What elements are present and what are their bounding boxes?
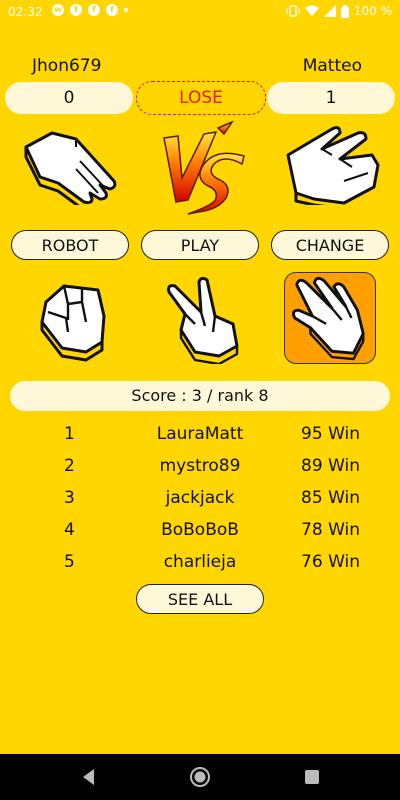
dot-icon bbox=[124, 8, 128, 12]
leaderboard-row: 3 jackjack 85 Win bbox=[0, 488, 400, 520]
leaderboard-wins: 95 Win bbox=[301, 424, 360, 444]
player-left-score: 0 bbox=[5, 82, 133, 114]
score-rank-bar: Score : 3 / rank 8 bbox=[10, 381, 390, 411]
facebook-icon: f bbox=[88, 4, 100, 16]
player-right-score: 1 bbox=[267, 82, 395, 114]
leaderboard-wins: 78 Win bbox=[301, 520, 360, 540]
paper-hand-icon bbox=[292, 276, 365, 361]
wifi-icon bbox=[304, 5, 319, 16]
leaderboard-wins: 85 Win bbox=[301, 488, 360, 508]
leaderboard-wins: 76 Win bbox=[301, 552, 360, 572]
vibrate-icon bbox=[286, 5, 300, 17]
leaderboard-row: 5 charlieja 76 Win bbox=[0, 552, 400, 584]
leaderboard-rank: 2 bbox=[64, 456, 75, 476]
battery-percent: 100 % bbox=[353, 4, 392, 18]
whatsapp-icon: w bbox=[52, 4, 64, 16]
scissors-hand-icon bbox=[167, 276, 239, 366]
paper-choice-button[interactable] bbox=[284, 272, 376, 364]
recents-icon[interactable] bbox=[301, 766, 323, 788]
status-time: 02:32 bbox=[8, 5, 43, 19]
leaderboard-rank: 1 bbox=[64, 424, 75, 444]
leaderboard-player: jackjack bbox=[165, 488, 235, 508]
leaderboard-row: 2 mystro89 89 Win bbox=[0, 456, 400, 488]
system-icons: 100 % bbox=[286, 4, 392, 18]
play-button[interactable]: PLAY bbox=[141, 230, 259, 260]
back-icon[interactable] bbox=[78, 766, 100, 788]
leaderboard-rank: 5 bbox=[64, 552, 75, 572]
rock-hand-icon bbox=[40, 284, 106, 362]
vs-logo bbox=[163, 120, 245, 215]
paper-hand-icon bbox=[24, 131, 117, 205]
navigation-bar bbox=[0, 754, 400, 800]
battery-icon bbox=[340, 4, 349, 18]
leaderboard-player: BoBoBoB bbox=[161, 520, 239, 540]
leaderboard-row: 4 BoBoBoB 78 Win bbox=[0, 520, 400, 552]
see-all-button[interactable]: SEE ALL bbox=[136, 584, 264, 614]
signal-icon bbox=[323, 5, 336, 17]
change-button[interactable]: CHANGE bbox=[271, 230, 389, 260]
leaderboard-wins: 89 Win bbox=[301, 456, 360, 476]
home-icon[interactable] bbox=[189, 766, 211, 788]
leaderboard-player: charlieja bbox=[163, 552, 237, 572]
leaderboard-rank: 3 bbox=[64, 488, 75, 508]
rock-choice-button[interactable] bbox=[28, 272, 120, 364]
scissors-choice-button[interactable] bbox=[155, 272, 247, 366]
leaderboard-player: LauraMatt bbox=[156, 424, 244, 444]
leaderboard-player: mystro89 bbox=[159, 456, 241, 476]
leaderboard-row: 1 LauraMatt 95 Win bbox=[0, 424, 400, 456]
player-left-name: Jhon679 bbox=[32, 56, 102, 76]
scissors-hand-icon bbox=[286, 126, 380, 205]
facebook-icon: f bbox=[70, 4, 82, 16]
robot-button[interactable]: ROBOT bbox=[11, 230, 129, 260]
leaderboard-rank: 4 bbox=[64, 520, 75, 540]
status-bar: 02:32 w f f f 100 % bbox=[0, 0, 400, 24]
result-badge: LOSE bbox=[136, 81, 266, 115]
facebook-icon: f bbox=[106, 4, 118, 16]
player-right-name: Matteo bbox=[302, 56, 362, 76]
notification-icons: w f f f bbox=[52, 4, 128, 16]
